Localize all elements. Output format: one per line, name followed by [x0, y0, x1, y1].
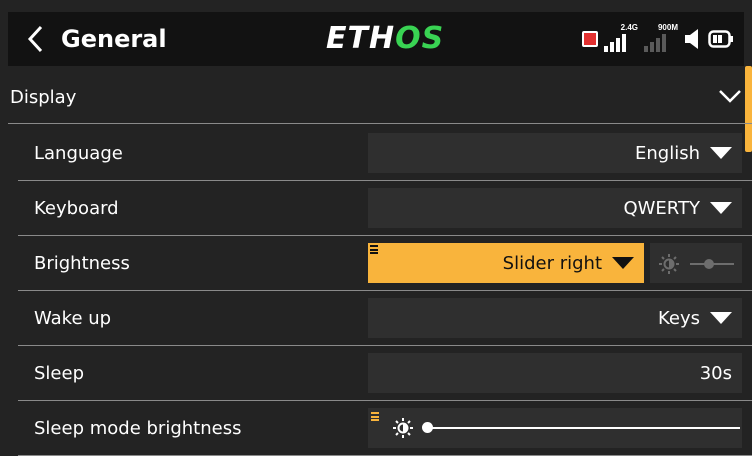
wake-up-label: Wake up: [34, 308, 112, 329]
row-language: Language English: [18, 126, 752, 181]
ethos-logo: ETHOS: [326, 12, 444, 66]
sleep-value-field[interactable]: 30s: [368, 353, 742, 393]
page-title: General: [61, 25, 167, 53]
keyboard-value: QWERTY: [623, 197, 700, 219]
keyboard-label: Keyboard: [34, 198, 119, 219]
row-sleep: Sleep 30s: [18, 346, 752, 401]
slider-track: [426, 427, 740, 429]
speaker-icon: [685, 29, 698, 49]
sleep-label: Sleep: [34, 363, 85, 384]
signal-2g4-icon: 2.4G: [604, 23, 638, 54]
language-label: Language: [34, 143, 123, 164]
sun-icon: [659, 254, 679, 274]
edit-grip-icon: [370, 245, 378, 256]
edit-grip-icon: [371, 412, 379, 423]
header-bar: General ETHOS 2.4G 900M: [8, 12, 744, 66]
dropdown-arrow-icon: [710, 202, 732, 214]
back-button[interactable]: [16, 12, 56, 66]
sun-icon: [393, 418, 413, 438]
signal-2g4-label: 2.4G: [620, 23, 638, 32]
sleep-mode-brightness-label: Sleep mode brightness: [34, 418, 242, 439]
chevron-down-icon: [719, 90, 741, 103]
back-chevron-icon: [27, 25, 43, 53]
logo-part-os: OS: [395, 21, 445, 56]
brightness-slider[interactable]: [650, 243, 742, 283]
section-label: Display: [10, 87, 77, 108]
brightness-source-dropdown[interactable]: Slider right: [368, 243, 644, 283]
mini-slider-knob: [704, 259, 714, 269]
section-display[interactable]: Display: [8, 72, 752, 124]
row-wake-up: Wake up Keys: [18, 291, 752, 346]
row-keyboard: Keyboard QWERTY: [18, 181, 752, 236]
language-value: English: [635, 142, 700, 164]
recording-indicator-icon: [582, 31, 598, 47]
signal-900m-bars-icon: [644, 34, 666, 52]
row-brightness: Brightness Slider right: [18, 236, 752, 291]
language-dropdown[interactable]: English: [368, 133, 742, 173]
status-icons: 2.4G 900M: [582, 12, 734, 66]
dropdown-arrow-icon: [612, 257, 634, 269]
signal-900m-label: 900M: [657, 23, 678, 32]
battery-icon: [708, 30, 733, 48]
sleep-value: 30s: [699, 362, 732, 384]
signal-bars-icon: [604, 34, 626, 52]
signal-900m-icon: 900M: [644, 23, 678, 54]
brightness-value: Slider right: [502, 252, 602, 274]
row-sleep-mode-brightness: Sleep mode brightness: [18, 401, 752, 456]
dropdown-arrow-icon: [710, 312, 732, 324]
keyboard-dropdown[interactable]: QWERTY: [368, 188, 742, 228]
logo-part-eth: ETH: [326, 21, 396, 56]
sleep-mode-brightness-slider[interactable]: [368, 408, 742, 448]
brightness-label: Brightness: [34, 253, 130, 274]
dropdown-arrow-icon: [710, 147, 732, 159]
slider-knob[interactable]: [422, 422, 433, 433]
wake-up-value: Keys: [657, 307, 700, 329]
screen: General ETHOS 2.4G 900M Display Language…: [0, 0, 752, 456]
wake-up-dropdown[interactable]: Keys: [368, 298, 742, 338]
